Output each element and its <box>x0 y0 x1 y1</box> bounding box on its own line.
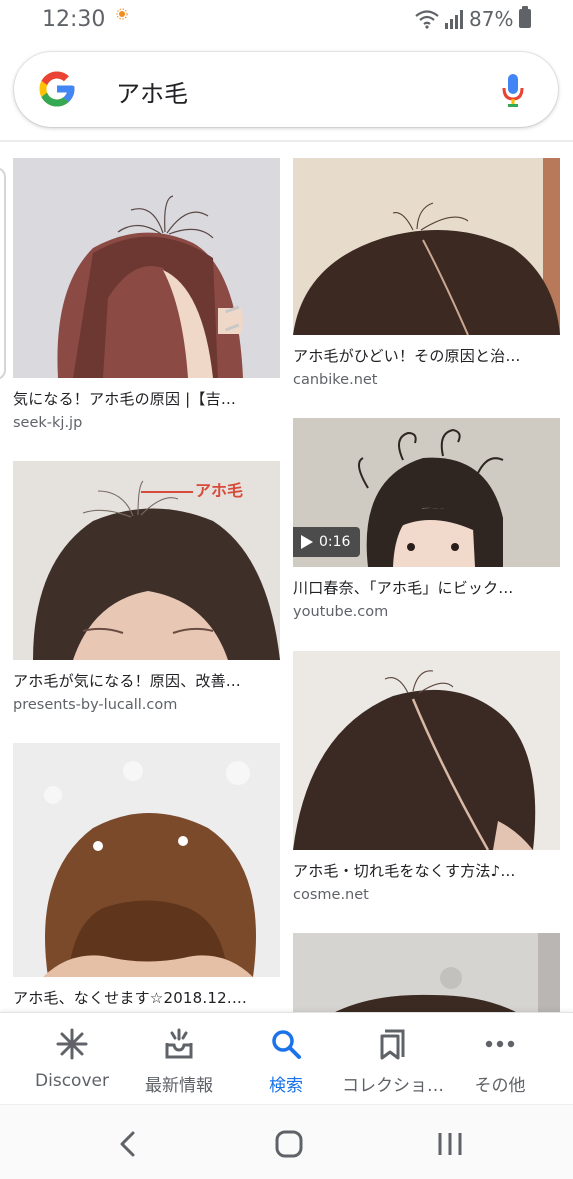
notification-icon <box>116 8 128 20</box>
result-image[interactable]: アホ毛 <box>13 461 280 660</box>
nav-more[interactable]: その他 <box>440 1027 560 1096</box>
battery-icon <box>519 6 531 28</box>
result-source: cosme.net <box>293 887 369 903</box>
recent-apps-icon[interactable] <box>437 1131 463 1157</box>
result-source: youtube.com <box>293 604 389 620</box>
result-card[interactable]: 0:16 川口春奈、「アホ毛」にビック… youtube.com <box>293 418 560 620</box>
video-duration: 0:16 <box>319 534 351 550</box>
search-icon <box>272 1030 301 1059</box>
updates-icon <box>165 1028 193 1059</box>
result-image[interactable] <box>293 651 560 850</box>
nav-discover[interactable]: Discover <box>12 1027 132 1091</box>
result-title[interactable]: アホ毛が気になる！原因、改善… <box>13 670 280 691</box>
image-annotation: アホ毛 <box>195 481 244 500</box>
result-title[interactable]: アホ毛、なくせます☆2018.12.… <box>13 987 280 1008</box>
result-title[interactable]: アホ毛・切れ毛をなくす方法♪… <box>293 860 560 881</box>
mic-icon[interactable] <box>500 72 526 108</box>
google-logo-icon <box>39 71 75 107</box>
collections-icon <box>380 1029 405 1060</box>
system-nav-bar <box>0 1104 573 1179</box>
nav-updates[interactable]: 最新情報 <box>119 1027 239 1096</box>
result-card[interactable]: 気になる！アホ毛の原因 |【吉… seek-kj.jp <box>13 158 280 431</box>
result-image[interactable] <box>13 743 280 977</box>
home-icon[interactable] <box>275 1130 303 1158</box>
play-icon <box>301 535 313 549</box>
nav-label: Discover <box>35 1071 109 1091</box>
result-image[interactable]: 0:16 <box>293 418 560 567</box>
video-duration-badge: 0:16 <box>293 527 361 557</box>
search-query[interactable]: アホ毛 <box>116 74 188 109</box>
result-card[interactable]: アホ毛 アホ毛が気になる！原因、改善… presents-by-lucall.c… <box>13 461 280 713</box>
more-icon <box>485 1040 515 1048</box>
nav-label: その他 <box>474 1076 526 1096</box>
discover-icon <box>56 1028 88 1060</box>
result-title[interactable]: 気になる！アホ毛の原因 |【吉… <box>13 388 280 409</box>
result-card[interactable]: アホ毛、なくせます☆2018.12.… <box>13 743 280 1014</box>
result-card[interactable]: アホ毛がひどい！その原因と治… canbike.net <box>293 158 560 388</box>
bottom-nav: Discover 最新情報 検索 コレクショ… その他 <box>0 1012 573 1104</box>
result-source: canbike.net <box>293 372 378 388</box>
nav-collections[interactable]: コレクショ… <box>333 1027 453 1096</box>
result-image[interactable] <box>13 158 280 378</box>
result-card[interactable] <box>293 933 560 1013</box>
status-time: 12:30 <box>42 7 106 32</box>
result-source: presents-by-lucall.com <box>13 697 178 713</box>
result-title[interactable]: 川口春奈、「アホ毛」にビック… <box>293 577 560 598</box>
result-title[interactable]: アホ毛がひどい！その原因と治… <box>293 345 560 366</box>
header-divider <box>0 140 573 142</box>
nav-label: コレクショ… <box>342 1076 444 1096</box>
search-bar[interactable]: アホ毛 <box>14 52 558 127</box>
status-bar: 12:30 87% <box>0 0 573 40</box>
nav-search[interactable]: 検索 <box>226 1027 346 1096</box>
wifi-icon <box>415 10 439 29</box>
nav-label: 最新情報 <box>145 1076 213 1096</box>
signal-icon <box>445 10 463 29</box>
result-source: seek-kj.jp <box>13 415 83 431</box>
nav-label: 検索 <box>269 1076 303 1096</box>
scroll-hint <box>0 167 6 380</box>
battery-percent: 87% <box>469 7 514 31</box>
result-card[interactable]: アホ毛・切れ毛をなくす方法♪… cosme.net <box>293 651 560 903</box>
result-image[interactable] <box>293 933 560 1013</box>
back-icon[interactable] <box>117 1131 139 1157</box>
result-image[interactable] <box>293 158 560 335</box>
